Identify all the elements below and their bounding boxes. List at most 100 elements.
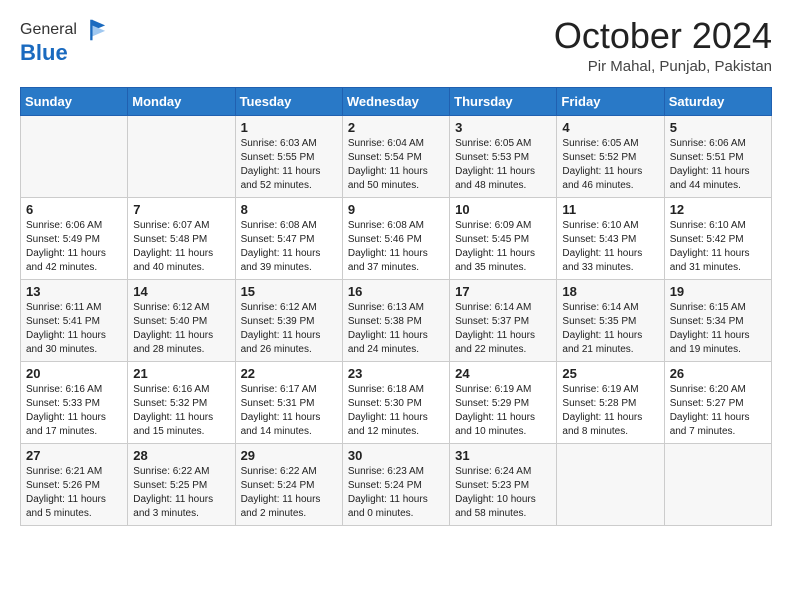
calendar-page: General Blue October 2024 Pir Mahal, Pun…: [0, 0, 792, 542]
calendar-week-row: 27Sunrise: 6:21 AMSunset: 5:26 PMDayligh…: [21, 443, 772, 525]
cell-content: Sunrise: 6:09 AMSunset: 5:45 PMDaylight:…: [455, 219, 551, 275]
day-number: 8: [241, 202, 337, 217]
day-number: 29: [241, 448, 337, 463]
day-number: 10: [455, 202, 551, 217]
location: Pir Mahal, Punjab, Pakistan: [554, 58, 772, 75]
table-row: 2 Sunrise: 6:04 AMSunset: 5:54 PMDaylight…: [342, 115, 449, 197]
table-row: 14 Sunrise: 6:12 AMSunset: 5:40 PMDayligh…: [128, 279, 235, 361]
cell-content: Sunrise: 6:12 AMSunset: 5:40 PMDaylight:…: [133, 301, 229, 357]
table-row: 30 Sunrise: 6:23 AMSunset: 5:24 PMDayligh…: [342, 443, 449, 525]
cell-content: Sunrise: 6:19 AMSunset: 5:29 PMDaylight:…: [455, 383, 551, 439]
day-number: 18: [562, 284, 658, 299]
col-thursday: Thursday: [450, 87, 557, 115]
day-number: 7: [133, 202, 229, 217]
day-number: 6: [26, 202, 122, 217]
table-row: 16 Sunrise: 6:13 AMSunset: 5:38 PMDayligh…: [342, 279, 449, 361]
cell-content: Sunrise: 6:05 AMSunset: 5:53 PMDaylight:…: [455, 137, 551, 193]
table-row: 4 Sunrise: 6:05 AMSunset: 5:52 PMDaylight…: [557, 115, 664, 197]
table-row: 17 Sunrise: 6:14 AMSunset: 5:37 PMDayligh…: [450, 279, 557, 361]
day-number: 26: [670, 366, 766, 381]
day-number: 13: [26, 284, 122, 299]
table-row: 7 Sunrise: 6:07 AMSunset: 5:48 PMDaylight…: [128, 197, 235, 279]
table-row: 12 Sunrise: 6:10 AMSunset: 5:42 PMDayligh…: [664, 197, 771, 279]
table-row: 5 Sunrise: 6:06 AMSunset: 5:51 PMDaylight…: [664, 115, 771, 197]
day-number: 12: [670, 202, 766, 217]
table-row: 21Sunrise: 6:16 AMSunset: 5:32 PMDayligh…: [128, 361, 235, 443]
table-row: 3 Sunrise: 6:05 AMSunset: 5:53 PMDaylight…: [450, 115, 557, 197]
cell-content: Sunrise: 6:18 AMSunset: 5:30 PMDaylight:…: [348, 383, 444, 439]
table-row: 31Sunrise: 6:24 AMSunset: 5:23 PMDayligh…: [450, 443, 557, 525]
day-number: 31: [455, 448, 551, 463]
table-row: 23 Sunrise: 6:18 AMSunset: 5:30 PMDayligh…: [342, 361, 449, 443]
day-number: 16: [348, 284, 444, 299]
col-wednesday: Wednesday: [342, 87, 449, 115]
month-title: October 2024: [554, 16, 772, 56]
calendar-week-row: 20 Sunrise: 6:16 AMSunset: 5:33 PMDayligh…: [21, 361, 772, 443]
day-number: 23: [348, 366, 444, 381]
cell-content: Sunrise: 6:06 AMSunset: 5:51 PMDaylight:…: [670, 137, 766, 193]
table-row: 15 Sunrise: 6:12 AMSunset: 5:39 PMDayligh…: [235, 279, 342, 361]
table-row: 19 Sunrise: 6:15 AMSunset: 5:34 PMDayligh…: [664, 279, 771, 361]
logo-blue-text: Blue: [20, 40, 68, 66]
day-number: 15: [241, 284, 337, 299]
day-number: 2: [348, 120, 444, 135]
day-number: 28: [133, 448, 229, 463]
day-number: 5: [670, 120, 766, 135]
table-row: 24Sunrise: 6:19 AMSunset: 5:29 PMDayligh…: [450, 361, 557, 443]
calendar-table: Sunday Monday Tuesday Wednesday Thursday…: [20, 87, 772, 526]
col-saturday: Saturday: [664, 87, 771, 115]
table-row: 22 Sunrise: 6:17 AMSunset: 5:31 PMDayligh…: [235, 361, 342, 443]
cell-content: Sunrise: 6:17 AMSunset: 5:31 PMDaylight:…: [241, 383, 337, 439]
cell-content: Sunrise: 6:23 AMSunset: 5:24 PMDaylight:…: [348, 465, 444, 521]
cell-content: Sunrise: 6:14 AMSunset: 5:37 PMDaylight:…: [455, 301, 551, 357]
cell-content: Sunrise: 6:08 AMSunset: 5:46 PMDaylight:…: [348, 219, 444, 275]
logo: General Blue: [20, 16, 107, 66]
table-row: 8 Sunrise: 6:08 AMSunset: 5:47 PMDaylight…: [235, 197, 342, 279]
cell-content: Sunrise: 6:08 AMSunset: 5:47 PMDaylight:…: [241, 219, 337, 275]
table-row: 11Sunrise: 6:10 AMSunset: 5:43 PMDayligh…: [557, 197, 664, 279]
calendar-week-row: 1 Sunrise: 6:03 AMSunset: 5:55 PMDaylight…: [21, 115, 772, 197]
cell-content: Sunrise: 6:16 AMSunset: 5:33 PMDaylight:…: [26, 383, 122, 439]
day-number: 17: [455, 284, 551, 299]
cell-content: Sunrise: 6:22 AMSunset: 5:24 PMDaylight:…: [241, 465, 337, 521]
table-row: 26 Sunrise: 6:20 AMSunset: 5:27 PMDayligh…: [664, 361, 771, 443]
day-number: 30: [348, 448, 444, 463]
cell-content: Sunrise: 6:15 AMSunset: 5:34 PMDaylight:…: [670, 301, 766, 357]
col-friday: Friday: [557, 87, 664, 115]
cell-content: Sunrise: 6:06 AMSunset: 5:49 PMDaylight:…: [26, 219, 122, 275]
table-row: 25 Sunrise: 6:19 AMSunset: 5:28 PMDayligh…: [557, 361, 664, 443]
day-number: 20: [26, 366, 122, 381]
table-row: 10 Sunrise: 6:09 AMSunset: 5:45 PMDayligh…: [450, 197, 557, 279]
cell-content: Sunrise: 6:13 AMSunset: 5:38 PMDaylight:…: [348, 301, 444, 357]
table-row: 1 Sunrise: 6:03 AMSunset: 5:55 PMDaylight…: [235, 115, 342, 197]
table-row: 20 Sunrise: 6:16 AMSunset: 5:33 PMDayligh…: [21, 361, 128, 443]
cell-content: Sunrise: 6:20 AMSunset: 5:27 PMDaylight:…: [670, 383, 766, 439]
cell-content: Sunrise: 6:22 AMSunset: 5:25 PMDaylight:…: [133, 465, 229, 521]
day-number: 1: [241, 120, 337, 135]
table-row: 27Sunrise: 6:21 AMSunset: 5:26 PMDayligh…: [21, 443, 128, 525]
day-number: 19: [670, 284, 766, 299]
cell-content: Sunrise: 6:10 AMSunset: 5:42 PMDaylight:…: [670, 219, 766, 275]
table-row: [21, 115, 128, 197]
table-row: 13Sunrise: 6:11 AMSunset: 5:41 PMDayligh…: [21, 279, 128, 361]
table-row: 9Sunrise: 6:08 AMSunset: 5:46 PMDaylight…: [342, 197, 449, 279]
table-row: 28 Sunrise: 6:22 AMSunset: 5:25 PMDayligh…: [128, 443, 235, 525]
day-number: 22: [241, 366, 337, 381]
cell-content: Sunrise: 6:19 AMSunset: 5:28 PMDaylight:…: [562, 383, 658, 439]
cell-content: Sunrise: 6:07 AMSunset: 5:48 PMDaylight:…: [133, 219, 229, 275]
day-number: 14: [133, 284, 229, 299]
day-number: 3: [455, 120, 551, 135]
day-number: 4: [562, 120, 658, 135]
day-number: 25: [562, 366, 658, 381]
day-number: 21: [133, 366, 229, 381]
cell-content: Sunrise: 6:14 AMSunset: 5:35 PMDaylight:…: [562, 301, 658, 357]
col-monday: Monday: [128, 87, 235, 115]
cell-content: Sunrise: 6:04 AMSunset: 5:54 PMDaylight:…: [348, 137, 444, 193]
day-number: 11: [562, 202, 658, 217]
day-number: 27: [26, 448, 122, 463]
logo-general-text: General: [20, 21, 77, 39]
cell-content: Sunrise: 6:03 AMSunset: 5:55 PMDaylight:…: [241, 137, 337, 193]
cell-content: Sunrise: 6:05 AMSunset: 5:52 PMDaylight:…: [562, 137, 658, 193]
cell-content: Sunrise: 6:12 AMSunset: 5:39 PMDaylight:…: [241, 301, 337, 357]
table-row: [664, 443, 771, 525]
